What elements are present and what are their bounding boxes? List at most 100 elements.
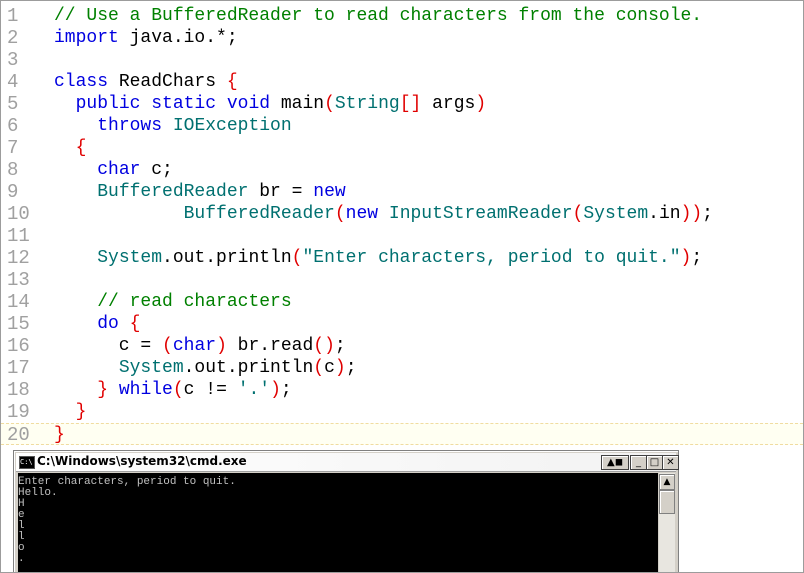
- code-token: ;: [345, 358, 357, 378]
- code-token: ;: [702, 204, 713, 224]
- code-token: c;: [140, 160, 173, 180]
- line-number: 3: [7, 49, 19, 71]
- line-number: 4: [7, 71, 19, 93]
- code-token: public static void: [75, 94, 271, 114]
- code-text: {: [54, 137, 87, 159]
- code-token: ): [216, 336, 227, 356]
- code-token: BufferedReader: [97, 182, 249, 202]
- code-token: .out.println: [183, 358, 314, 378]
- code-line[interactable]: 7 {: [1, 137, 803, 159]
- code-token: args: [421, 94, 476, 114]
- code-token: System: [118, 358, 184, 378]
- code-token: String: [334, 94, 400, 114]
- scroll-lock-button[interactable]: ▲◼: [601, 455, 629, 470]
- line-number: 14: [7, 291, 30, 313]
- code-line[interactable]: 4 class ReadChars {: [1, 71, 803, 93]
- code-line[interactable]: 3: [1, 49, 803, 71]
- code-text: }: [54, 401, 87, 423]
- console-output[interactable]: Enter characters, period to quit. Hello. H…: [18, 473, 658, 572]
- code-token: // read characters: [97, 292, 292, 312]
- code-token: import: [54, 28, 119, 48]
- code-token: }: [97, 380, 109, 400]
- code-line[interactable]: 15 do {: [1, 313, 803, 335]
- code-line[interactable]: 12 System.out.println("Enter characters,…: [1, 247, 803, 269]
- code-line[interactable]: 14 // read characters: [1, 291, 803, 313]
- line-number: 12: [7, 247, 30, 269]
- scroll-thumb[interactable]: [659, 490, 675, 514]
- code-token: ): [334, 358, 346, 378]
- line-number: 16: [7, 335, 30, 357]
- code-token: c =: [54, 336, 163, 356]
- console-title: C:\Windows\system32\cmd.exe: [37, 454, 247, 468]
- code-token: (: [334, 204, 346, 224]
- code-text: class ReadChars {: [54, 71, 238, 93]
- code-token: InputStreamReader: [388, 204, 573, 224]
- line-number: 7: [7, 137, 19, 159]
- code-line[interactable]: 5 public static void main(String[] args): [1, 93, 803, 115]
- code-line[interactable]: 17 System.out.println(c);: [1, 357, 803, 379]
- code-line[interactable]: 6 throws IOException: [1, 115, 803, 137]
- code-token: BufferedReader: [183, 204, 335, 224]
- maximize-button[interactable]: □: [646, 455, 663, 470]
- close-button[interactable]: ✕: [662, 455, 679, 470]
- code-text: System.out.println("Enter characters, pe…: [54, 247, 702, 269]
- code-line[interactable]: 11: [1, 225, 803, 247]
- code-line[interactable]: 18 } while(c != '.');: [1, 379, 803, 401]
- code-text: throws IOException: [54, 115, 291, 137]
- minimize-button[interactable]: _: [630, 455, 647, 470]
- code-line[interactable]: 16 c = (char) br.read();: [1, 335, 803, 357]
- code-token: System: [583, 204, 649, 224]
- code-token: ReadChars: [108, 72, 227, 92]
- code-token: ;: [691, 248, 703, 268]
- code-line[interactable]: 8 char c;: [1, 159, 803, 181]
- code-token: {: [226, 72, 238, 92]
- code-token: .out.println: [162, 248, 292, 268]
- code-text: char c;: [54, 159, 173, 181]
- code-line[interactable]: 1 // Use a BufferedReader to read charact…: [1, 5, 803, 27]
- line-number: 8: [7, 159, 19, 181]
- line-number: 17: [7, 357, 30, 379]
- code-token: while: [118, 380, 173, 400]
- console-scrollbar[interactable]: ▲: [659, 473, 675, 572]
- line-number: 6: [7, 115, 19, 137]
- console-line: .: [18, 553, 25, 565]
- code-token: .in: [648, 204, 681, 224]
- cmd-icon: C:\: [19, 456, 35, 469]
- code-token: c !=: [183, 380, 238, 400]
- scroll-up-button[interactable]: ▲: [659, 474, 675, 490]
- code-line[interactable]: 2 import java.io.*;: [1, 27, 803, 49]
- code-line[interactable]: 13: [1, 269, 803, 291]
- code-token: (: [291, 248, 303, 268]
- console-window[interactable]: C:\ C:\Windows\system32\cmd.exe ▲◼ _ □ ✕…: [13, 450, 679, 572]
- code-token: new: [345, 204, 379, 224]
- code-token: class: [54, 72, 109, 92]
- code-token: }: [54, 425, 65, 445]
- code-line[interactable]: 9 BufferedReader br = new: [1, 181, 803, 203]
- code-token: do: [97, 314, 119, 334]
- code-text: import java.io.*;: [54, 27, 238, 49]
- code-token: (: [172, 380, 184, 400]
- code-line[interactable]: 19 }: [1, 401, 803, 423]
- code-token: throws: [97, 116, 163, 136]
- code-text: } while(c != '.');: [54, 379, 292, 401]
- code-token: "Enter characters, period to quit.": [302, 248, 681, 268]
- code-token: (: [572, 204, 584, 224]
- screenshot-frame: 1 // Use a BufferedReader to read charact…: [0, 0, 804, 573]
- code-token: // Use a BufferedReader to read characte…: [54, 6, 703, 26]
- code-line[interactable]: 20}: [1, 423, 803, 446]
- code-token: {: [75, 138, 87, 158]
- code-token: )): [680, 204, 703, 224]
- code-line[interactable]: 10 BufferedReader(new InputStreamReader(…: [1, 203, 803, 225]
- line-number: 20: [7, 424, 30, 446]
- line-number: 15: [7, 313, 30, 335]
- code-editor[interactable]: 1 // Use a BufferedReader to read charact…: [1, 1, 803, 451]
- console-titlebar[interactable]: C:\ C:\Windows\system32\cmd.exe ▲◼ _ □ ✕: [16, 453, 679, 472]
- code-token: br =: [248, 182, 314, 202]
